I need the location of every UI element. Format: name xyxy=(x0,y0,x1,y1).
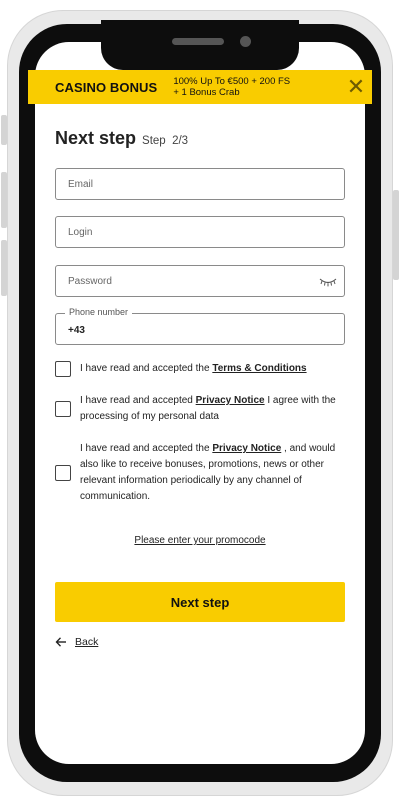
terms-checkbox[interactable] xyxy=(55,361,71,377)
terms-text-prefix: I have read and accepted the xyxy=(80,363,213,374)
phone-speaker xyxy=(172,38,224,45)
privacy-notice-link[interactable]: Privacy Notice xyxy=(196,395,265,406)
back-label[interactable]: Back xyxy=(75,636,98,648)
privacy-checkbox[interactable] xyxy=(55,401,71,417)
email-input[interactable] xyxy=(56,169,344,199)
step-label: Step xyxy=(142,135,166,147)
terms-checkbox-text: I have read and accepted the Terms & Con… xyxy=(80,361,307,377)
password-field-wrapper xyxy=(55,265,345,297)
phone-notch xyxy=(101,20,299,70)
banner-offer-text: 100% Up To €500 + 200 FS + 1 Bonus Crab xyxy=(173,76,323,98)
privacy-checkbox-row: I have read and accepted Privacy Notice … xyxy=(55,393,345,425)
close-icon[interactable]: ✕ xyxy=(346,76,366,98)
bonus-banner: CASINO BONUS 100% Up To €500 + 200 FS + … xyxy=(28,70,372,104)
phone-field-wrapper[interactable]: Phone number +43 xyxy=(55,307,345,345)
page-heading: Next step Step 2/3 xyxy=(55,128,188,149)
eye-closed-icon[interactable] xyxy=(319,276,337,288)
marketing-checkbox-row: I have read and accepted the Privacy Not… xyxy=(55,441,345,505)
marketing-checkbox[interactable] xyxy=(55,465,71,481)
email-field-wrapper xyxy=(55,168,345,200)
terms-conditions-link[interactable]: Terms & Conditions xyxy=(212,363,306,374)
back-link[interactable]: Back xyxy=(55,636,98,648)
terms-checkbox-row: I have read and accepted the Terms & Con… xyxy=(55,361,345,377)
marketing-text-prefix: I have read and accepted the xyxy=(80,443,213,454)
arrow-left-icon xyxy=(55,637,66,647)
banner-offer-line-1: 100% Up To €500 + 200 FS xyxy=(173,76,291,87)
phone-power-button xyxy=(393,190,399,280)
step-indicator: Step 2/3 xyxy=(142,135,188,147)
next-step-button[interactable]: Next step xyxy=(55,582,345,622)
marketing-privacy-notice-link[interactable]: Privacy Notice xyxy=(212,443,281,454)
promocode-link[interactable]: Please enter your promocode xyxy=(55,535,345,546)
password-input[interactable] xyxy=(56,266,344,296)
banner-title: CASINO BONUS xyxy=(55,79,158,95)
marketing-checkbox-text: I have read and accepted the Privacy Not… xyxy=(80,441,345,505)
phone-camera xyxy=(240,36,251,47)
login-input[interactable] xyxy=(56,217,344,247)
privacy-checkbox-text: I have read and accepted Privacy Notice … xyxy=(80,393,345,425)
page-title: Next step xyxy=(55,128,137,148)
phone-number-label: Phone number xyxy=(65,307,133,317)
phone-number-value[interactable]: +43 xyxy=(68,325,85,336)
step-value: 2/3 xyxy=(172,135,189,147)
banner-offer-line-2: + 1 Bonus Crab xyxy=(173,87,240,98)
login-field-wrapper xyxy=(55,216,345,248)
privacy-text-prefix: I have read and accepted xyxy=(80,395,196,406)
